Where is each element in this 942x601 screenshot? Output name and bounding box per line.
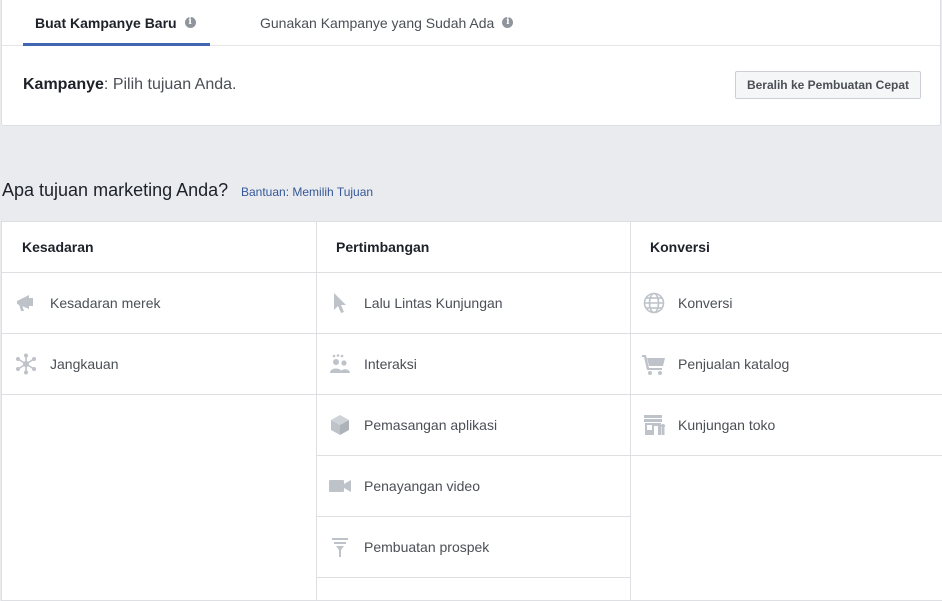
objective-video-views[interactable]: Penayangan video <box>316 456 630 517</box>
column-consideration: Pertimbangan Lalu Lintas Kunjungan Inter… <box>316 222 631 600</box>
objective-label: Jangkauan <box>50 356 119 372</box>
megaphone-icon <box>14 291 38 315</box>
quick-creation-button[interactable]: Beralih ke Pembuatan Cepat <box>734 71 921 99</box>
column-header: Pertimbangan <box>316 222 630 273</box>
objective-conversions[interactable]: Konversi <box>630 273 942 334</box>
reach-icon <box>14 352 38 376</box>
cart-icon <box>642 352 666 376</box>
box-icon <box>328 413 352 437</box>
video-camera-icon <box>328 474 352 498</box>
tab-bar: Buat Kampanye Baru i Gunakan Kampanye ya… <box>2 0 940 46</box>
objective-label: Lalu Lintas Kunjungan <box>364 295 503 311</box>
people-icon <box>328 352 352 376</box>
globe-icon <box>642 291 666 315</box>
campaign-prompt: : Pilih tujuan Anda. <box>103 76 237 93</box>
objective-label: Konversi <box>678 295 733 311</box>
objective-question: Apa tujuan marketing Anda? <box>2 180 229 200</box>
tab-label: Gunakan Kampanye yang Sudah Ada <box>260 14 495 31</box>
column-awareness: Kesadaran Kesadaran merek Jangkauan <box>2 222 317 600</box>
column-header: Konversi <box>630 222 942 273</box>
campaign-label: Kampanye <box>23 76 104 93</box>
objective-label: Penayangan video <box>364 478 480 494</box>
funnel-icon <box>328 535 352 559</box>
objective-brand-awareness[interactable]: Kesadaran merek <box>2 273 316 334</box>
objective-label: Pembuatan prospek <box>364 539 490 555</box>
objective-traffic[interactable]: Lalu Lintas Kunjungan <box>316 273 630 334</box>
cursor-icon <box>328 291 352 315</box>
tab-existing-campaign[interactable]: Gunakan Kampanye yang Sudah Ada i <box>260 0 514 45</box>
objective-label: Kunjungan toko <box>678 417 776 433</box>
column-header: Kesadaran <box>2 222 316 273</box>
column-conversion: Konversi Konversi Penjualan katalog Kunj… <box>630 222 942 600</box>
tab-new-campaign[interactable]: Buat Kampanye Baru i <box>23 0 210 46</box>
objective-label: Kesadaran merek <box>50 295 161 311</box>
help-link[interactable]: Bantuan: Memilih Tujuan <box>241 185 373 199</box>
objective-store-visits[interactable]: Kunjungan toko <box>630 395 942 456</box>
objective-grid: Kesadaran Kesadaran merek Jangkauan Pert… <box>1 221 942 601</box>
objective-engagement[interactable]: Interaksi <box>316 334 630 395</box>
objective-label: Penjualan katalog <box>678 356 790 372</box>
store-icon <box>642 413 666 437</box>
info-icon[interactable]: i <box>184 17 196 28</box>
objective-reach[interactable]: Jangkauan <box>2 334 316 395</box>
objective-app-installs[interactable]: Pemasangan aplikasi <box>316 395 630 456</box>
objective-lead-generation[interactable]: Pembuatan prospek <box>316 517 630 578</box>
objective-label: Pemasangan aplikasi <box>364 417 498 433</box>
campaign-card: Buat Kampanye Baru i Gunakan Kampanye ya… <box>1 0 941 126</box>
objective-label: Interaksi <box>364 356 417 372</box>
info-icon[interactable]: i <box>502 17 514 28</box>
tab-label: Buat Kampanye Baru <box>35 14 177 31</box>
campaign-objective-row: Kampanye: Pilih tujuan Anda. <box>23 76 236 94</box>
objective-catalog-sales[interactable]: Penjualan katalog <box>630 334 942 395</box>
